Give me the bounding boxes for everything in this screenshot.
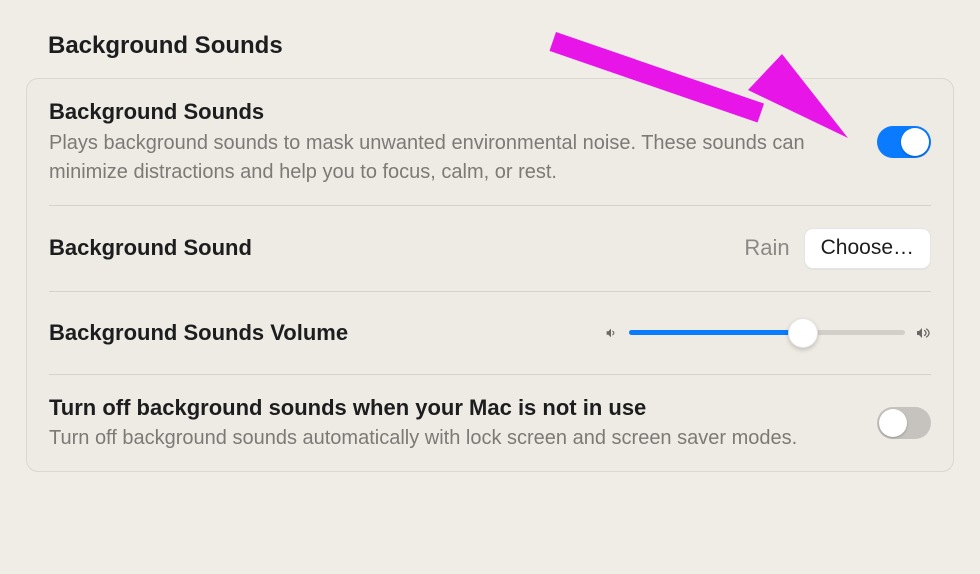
row-idle-off: Turn off background sounds when your Mac… bbox=[49, 375, 931, 472]
row-description: Plays background sounds to mask unwanted… bbox=[49, 129, 859, 187]
row-title: Background Sounds Volume bbox=[49, 318, 585, 348]
toggle-knob bbox=[879, 409, 907, 437]
row-description: Turn off background sounds automatically… bbox=[49, 424, 859, 453]
row-title: Turn off background sounds when your Mac… bbox=[49, 393, 859, 423]
choose-sound-button[interactable]: Choose… bbox=[804, 228, 931, 269]
toggle-knob bbox=[901, 128, 929, 156]
volume-low-icon bbox=[603, 325, 619, 341]
volume-high-icon bbox=[915, 325, 931, 341]
row-background-sound: Background Sound Rain Choose… bbox=[49, 206, 931, 292]
slider-fill bbox=[629, 330, 803, 335]
idle-off-toggle[interactable] bbox=[877, 407, 931, 439]
background-sound-value: Rain bbox=[744, 235, 789, 261]
row-title: Background Sounds bbox=[49, 97, 859, 127]
row-background-sounds-enable: Background Sounds Plays background sound… bbox=[49, 79, 931, 206]
settings-panel: Background Sounds Plays background sound… bbox=[26, 78, 954, 472]
volume-slider[interactable] bbox=[629, 318, 905, 348]
section-heading: Background Sounds bbox=[26, 32, 954, 60]
background-sounds-toggle[interactable] bbox=[877, 126, 931, 158]
slider-thumb[interactable] bbox=[788, 318, 818, 348]
row-volume: Background Sounds Volume bbox=[49, 292, 931, 375]
row-title: Background Sound bbox=[49, 233, 726, 263]
